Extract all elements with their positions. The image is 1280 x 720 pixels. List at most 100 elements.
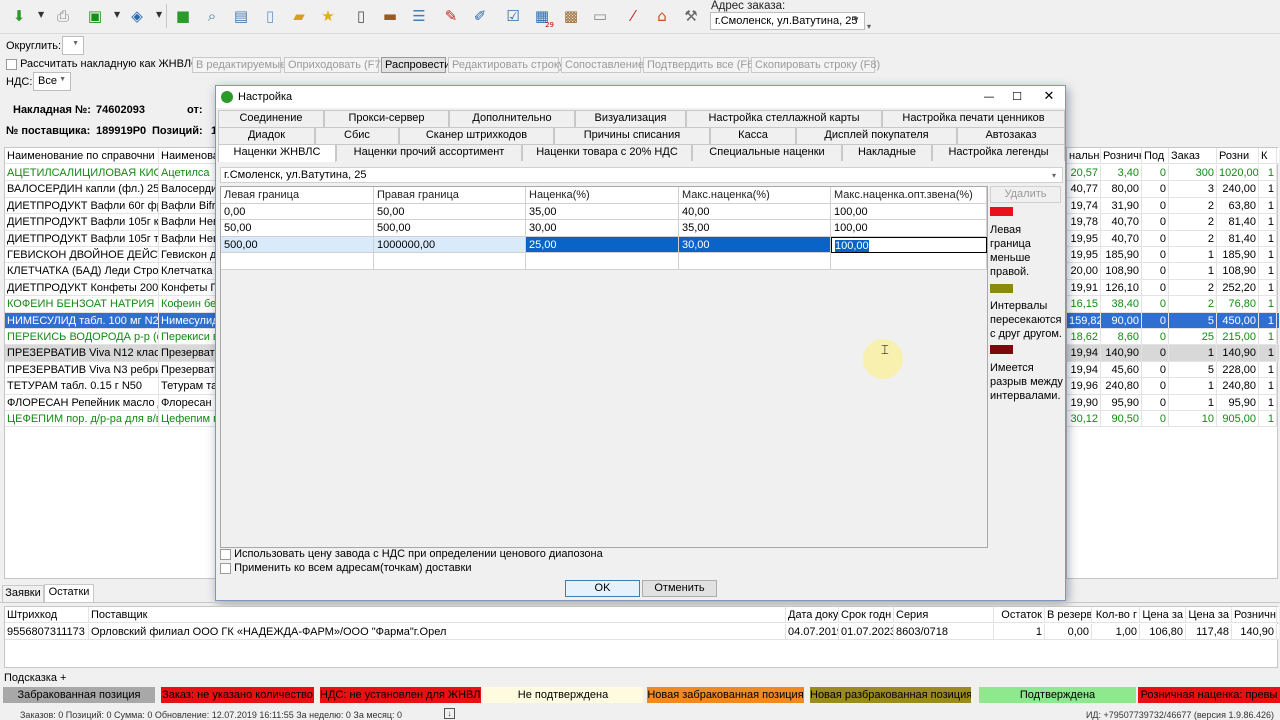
cell-a[interactable]: 30,12 <box>1067 411 1101 427</box>
cell-b[interactable]: 38,40 <box>1101 296 1142 312</box>
briefcase-icon[interactable]: ▬ <box>377 3 403 29</box>
cell-c[interactable]: 0 <box>1142 411 1169 427</box>
post-button[interactable]: Оприходовать (F7) <box>284 57 384 73</box>
markup-row-new[interactable] <box>221 253 987 270</box>
cell-c[interactable]: 0 <box>1142 378 1169 394</box>
cell-name[interactable]: КОФЕИН БЕНЗОАТ НАТРИЯ р- <box>5 296 159 312</box>
table-row[interactable]: ФЛОРЕСАН Репейник масло д Флоресан Р <box>5 394 220 411</box>
table-row[interactable]: 20,57 3,40 0 300 1020,00 1 <box>1067 165 1279 182</box>
table-row[interactable]: ДИЕТПРОДУКТ Вафли 105г тог Вафли Нев <box>5 230 220 247</box>
cell-d[interactable]: 25 <box>1169 329 1217 345</box>
cell-d[interactable]: 2 <box>1169 279 1217 296</box>
cell-name[interactable]: ПРЕЗЕРВАТИВ Viva N3 ребрист <box>5 361 159 378</box>
stock-cell[interactable]: 106,80 <box>1140 624 1186 640</box>
table-row[interactable]: ЦЕФЕПИМ пор. д/р-ра для в/в Цефепим п <box>5 411 220 428</box>
factory-price-checkbox-row[interactable]: Использовать цену завода с НДС при опред… <box>220 548 603 560</box>
cell-b[interactable]: 45,60 <box>1101 361 1142 378</box>
markup-cell[interactable]: 35,00 <box>679 220 831 237</box>
tab-invoices[interactable]: Накладные <box>842 144 932 161</box>
cell-a[interactable]: 19,78 <box>1067 214 1101 230</box>
cell-e[interactable]: 76,80 <box>1217 296 1259 312</box>
cell-d[interactable]: 10 <box>1169 411 1217 427</box>
tab-shelf-card[interactable]: Настройка стеллажной карты <box>686 110 882 127</box>
col-header-left-bound[interactable]: Левая граница <box>221 187 374 204</box>
table-row[interactable]: ПЕРЕКИСЬ ВОДОРОДА р-р (фл Перекиси в <box>5 329 220 346</box>
folder-icon[interactable]: ■ <box>170 3 196 29</box>
col-header-margin[interactable]: нальна <box>1067 148 1101 164</box>
delete-row-button[interactable]: Удалить <box>990 186 1061 203</box>
cell-name2[interactable]: Тетурам та <box>159 378 219 394</box>
cell-c[interactable]: 0 <box>1142 181 1169 197</box>
tab-stock[interactable]: Остатки <box>44 584 94 602</box>
cell-e[interactable]: 252,20 <box>1217 279 1259 296</box>
markup-cell[interactable]: 50,00 <box>221 220 374 237</box>
table-row[interactable]: ДИЕТПРОДУКТ Вафли 60г фру Вафли Bifru <box>5 197 220 215</box>
cell-a[interactable]: 19,95 <box>1067 230 1101 246</box>
tab-sbis[interactable]: Сбис <box>315 127 399 144</box>
cell-d[interactable]: 2 <box>1169 197 1217 214</box>
stock-col-header[interactable]: Срок годн <box>839 607 894 623</box>
search-doc-icon[interactable]: ⌕ <box>199 3 225 29</box>
cell-name2[interactable]: Валосерди <box>159 181 219 197</box>
table-row[interactable]: 18,62 8,60 0 25 215,00 1 <box>1067 329 1279 346</box>
cell-e[interactable]: 450,00 <box>1217 312 1259 328</box>
cell-name[interactable]: ВАЛОСЕРДИН капли (фл.) 25 м <box>5 181 159 197</box>
cell-a[interactable]: 18,62 <box>1067 329 1101 345</box>
stock-cell[interactable]: 04.07.2019 <box>786 624 839 640</box>
stock-col-header[interactable]: Цена за <box>1186 607 1232 623</box>
cell-e[interactable]: 81,40 <box>1217 214 1259 230</box>
markup-cell[interactable]: 30,00 <box>526 220 679 237</box>
tab-proxy[interactable]: Прокси-сервер <box>324 110 449 127</box>
cell-name[interactable]: ЦЕФЕПИМ пор. д/р-ра для в/в <box>5 411 159 427</box>
cell-e[interactable]: 240,00 <box>1217 181 1259 197</box>
tab-cash[interactable]: Касса <box>710 127 796 144</box>
table-row[interactable]: ДИЕТПРОДУКТ Вафли 105г кре Вафли Нев <box>5 214 220 231</box>
cell-d[interactable]: 2 <box>1169 214 1217 230</box>
tab-barcode-scanner[interactable]: Сканер штрихкодов <box>399 127 554 144</box>
cell-e[interactable]: 215,00 <box>1217 329 1259 345</box>
factory-price-checkbox[interactable] <box>220 548 231 560</box>
cell-c[interactable]: 0 <box>1142 214 1169 230</box>
table-row[interactable]: ПРЕЗЕРВАТИВ Viva N12 класси Презерват <box>5 345 220 362</box>
cell-c[interactable]: 0 <box>1142 345 1169 361</box>
col-header-right-bound[interactable]: Правая граница <box>374 187 526 204</box>
markup-row[interactable]: 50,00 500,00 30,00 35,00 100,00 <box>221 220 987 237</box>
address-select[interactable]: г.Смоленск, ул.Ватутина, 25 ▼ <box>710 12 865 30</box>
stock-cell[interactable]: Орловский филиал ООО ГК «НАДЕЖДА-ФАРМ»/О… <box>89 624 786 640</box>
stock-cell[interactable]: 117,48 <box>1186 624 1232 640</box>
stock-col-header[interactable]: Серия <box>894 607 994 623</box>
markup-cell[interactable]: 500,00 <box>221 236 374 253</box>
cell-b[interactable]: 240,80 <box>1101 378 1142 394</box>
cell-name2[interactable]: Вафли Нев <box>159 230 219 246</box>
cell-f[interactable]: 1 <box>1259 329 1277 345</box>
stock-cell[interactable]: 01.07.2023 <box>839 624 894 640</box>
cell-f[interactable]: 1 <box>1259 165 1277 181</box>
cell-c[interactable]: 0 <box>1142 296 1169 312</box>
brush-icon[interactable]: ⁄ <box>620 3 646 29</box>
cell-d[interactable]: 3 <box>1169 181 1217 197</box>
unpost-button[interactable]: Распровести <box>381 57 450 73</box>
cell-f[interactable]: 1 <box>1259 296 1277 312</box>
stock-cell[interactable]: 1 <box>994 624 1045 640</box>
cell-e[interactable]: 905,00 <box>1217 411 1259 427</box>
tools-icon[interactable]: ✐ <box>467 3 493 29</box>
cell-name2[interactable]: Презерват <box>159 361 219 378</box>
tab-legend-settings[interactable]: Настройка легенды <box>932 144 1065 161</box>
cell-b[interactable]: 80,00 <box>1101 181 1142 197</box>
close-icon[interactable]: ✕ <box>1034 86 1064 108</box>
cell-f[interactable]: 1 <box>1259 411 1277 427</box>
table-row[interactable]: АЦЕТИЛСАЛИЦИЛОВАЯ КИСЛ Ацетилса <box>5 165 220 182</box>
box-icon[interactable]: ▩ <box>558 3 584 29</box>
apply-all-checkbox-row[interactable]: Применить ко всем адресам(точкам) достав… <box>220 562 471 574</box>
refresh-icon[interactable]: ⬇ <box>6 3 32 29</box>
markup-row[interactable]: 0,00 50,00 35,00 40,00 100,00 <box>221 203 987 220</box>
cell-name[interactable]: ФЛОРЕСАН Репейник масло д <box>5 394 159 410</box>
stock-col-header[interactable]: Поставщик <box>89 607 786 623</box>
match-button[interactable]: Сопоставление <box>561 57 644 73</box>
table-row[interactable]: НИМЕСУЛИД табл. 100 мг N20 Нимесулид <box>5 312 220 329</box>
stock-col-header[interactable]: Цена за <box>1140 607 1186 623</box>
markup-cell[interactable] <box>831 253 987 270</box>
tab-special-markups[interactable]: Специальные наценки <box>692 144 842 161</box>
cell-c[interactable]: 0 <box>1142 312 1169 328</box>
cell-c[interactable]: 0 <box>1142 279 1169 296</box>
